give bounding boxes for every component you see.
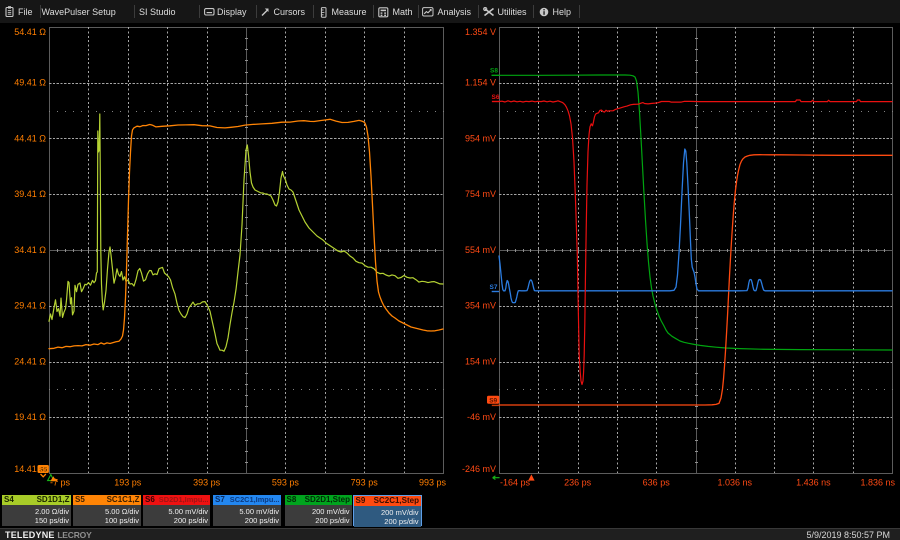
svg-text:S8: S8 [490, 68, 498, 75]
svg-text:236 ps: 236 ps [564, 478, 592, 488]
svg-text:39.41 Ω: 39.41 Ω [14, 189, 46, 199]
svg-text:593 ps: 593 ps [272, 478, 300, 488]
svg-text:393 ps: 393 ps [193, 478, 221, 488]
svg-text:1.836 ns: 1.836 ns [860, 478, 895, 488]
svg-text:S9: S9 [489, 397, 497, 404]
svg-text:14.41 Ω: 14.41 Ω [14, 464, 46, 474]
svg-text:34.41 Ω: 34.41 Ω [14, 245, 46, 255]
svg-text:993 ps: 993 ps [419, 478, 447, 488]
svg-text:29.41 Ω: 29.41 Ω [14, 301, 46, 311]
svg-text:-46 mV: -46 mV [467, 412, 496, 422]
svg-text:1.354 V: 1.354 V [465, 27, 496, 37]
svg-text:193 ps: 193 ps [114, 478, 142, 488]
svg-text:1.154 V: 1.154 V [465, 78, 496, 88]
svg-text:636 ps: 636 ps [643, 478, 671, 488]
svg-text:554 mV: 554 mV [465, 245, 496, 255]
svg-text:49.41 Ω: 49.41 Ω [14, 78, 46, 88]
svg-text:1.036 ns: 1.036 ns [718, 478, 753, 488]
svg-text:354 mV: 354 mV [465, 301, 496, 311]
svg-text:154 mV: 154 mV [465, 356, 496, 366]
svg-text:954 mV: 954 mV [465, 133, 496, 143]
svg-text:754 mV: 754 mV [465, 189, 496, 199]
svg-text:S6: S6 [492, 94, 500, 101]
svg-text:-246 mV: -246 mV [462, 464, 496, 474]
svg-text:1.436 ns: 1.436 ns [796, 478, 831, 488]
svg-text:19.41 Ω: 19.41 Ω [14, 412, 46, 422]
svg-text:44.41 Ω: 44.41 Ω [14, 133, 46, 143]
svg-text:54.41 Ω: 54.41 Ω [14, 27, 46, 37]
svg-text:-164 ps: -164 ps [500, 478, 531, 488]
svg-text:S7: S7 [490, 284, 498, 291]
svg-text:24.41 Ω: 24.41 Ω [14, 356, 46, 366]
svg-text:793 ps: 793 ps [351, 478, 379, 488]
svg-text:-7 ps: -7 ps [50, 478, 71, 488]
